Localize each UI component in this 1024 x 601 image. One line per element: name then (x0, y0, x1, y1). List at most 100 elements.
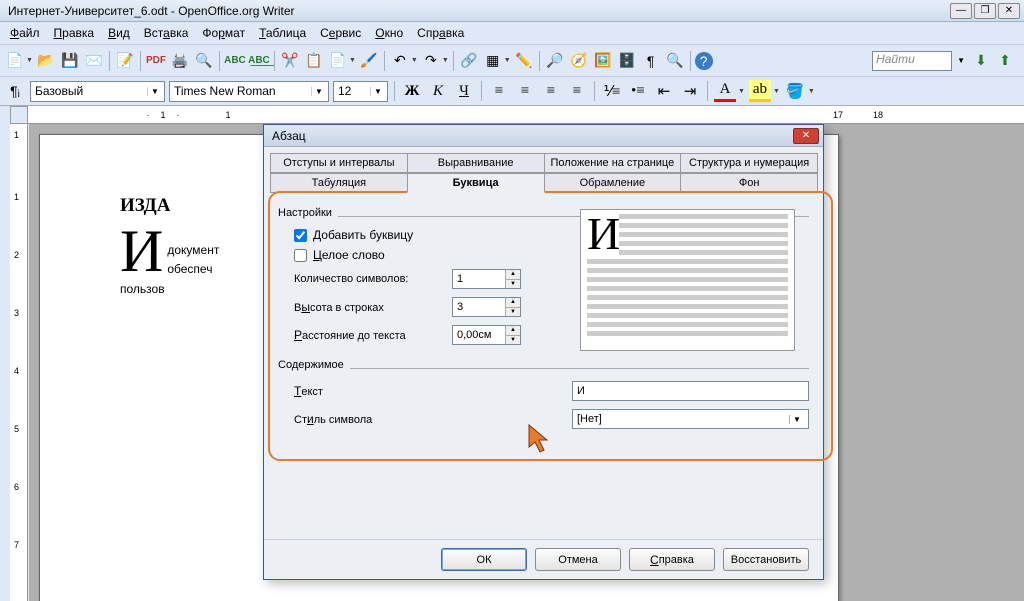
lines-spinner[interactable]: ▲▼ (452, 297, 521, 317)
highlight-button[interactable]: ab (749, 80, 771, 102)
menubar: ФФайлайл Правка Вид Вставка Формат Табли… (0, 22, 1024, 44)
window-restore-button[interactable]: ❐ (974, 3, 996, 19)
spellcheck-icon[interactable]: ABC (224, 50, 246, 72)
whole-word-checkbox[interactable] (294, 249, 307, 262)
horizontal-ruler[interactable]: · 1 · 1 17 18 (28, 106, 1024, 124)
spin-down-icon[interactable]: ▼ (506, 308, 520, 317)
add-dropcap-checkbox[interactable] (294, 229, 307, 242)
distance-label: Расстояние до текста (294, 328, 452, 342)
distance-spinner[interactable]: ▲▼ (452, 325, 521, 345)
numbered-list-button[interactable]: ⅟≡ (601, 80, 623, 102)
align-justify-button[interactable]: ≡ (566, 80, 588, 102)
preview-dropcap-char: И (587, 214, 619, 256)
window-minimize-button[interactable]: — (950, 3, 972, 19)
zoom-icon[interactable]: 🔍 (664, 50, 686, 72)
font-color-button[interactable]: A (714, 80, 736, 102)
align-center-button[interactable]: ≡ (514, 80, 536, 102)
increase-indent-button[interactable]: ⇥ (679, 80, 701, 102)
help-icon[interactable]: ? (695, 52, 713, 70)
find-input[interactable]: Найти (872, 51, 952, 71)
tab-tabstops[interactable]: Табуляция (270, 173, 408, 193)
text-field-label: Текст (294, 384, 452, 398)
find-next-icon[interactable]: ⬇ (970, 50, 992, 72)
print-preview-icon[interactable]: 🔍 (193, 50, 215, 72)
edit-doc-icon[interactable]: 📝 (114, 50, 136, 72)
lines-input[interactable] (453, 298, 505, 316)
decrease-indent-button[interactable]: ⇤ (653, 80, 675, 102)
bgcolor-button[interactable]: 🪣 (784, 80, 806, 102)
email-icon[interactable]: ✉️ (83, 50, 105, 72)
vertical-ruler[interactable]: 1 1 2 3 4 5 6 7 (10, 124, 28, 601)
dialog-close-button[interactable]: ✕ (793, 128, 819, 144)
align-left-button[interactable]: ≡ (488, 80, 510, 102)
undo-icon[interactable]: ↶ (389, 50, 411, 72)
charstyle-label: Стиль символа (294, 412, 452, 426)
bullet-list-button[interactable]: •≡ (627, 80, 649, 102)
format-paint-icon[interactable]: 🖌️ (358, 50, 380, 72)
tab-background[interactable]: Фон (680, 173, 818, 193)
cut-icon[interactable]: ✂️ (279, 50, 301, 72)
tab-textflow[interactable]: Положение на странице (544, 153, 682, 173)
content-group-label: Содержимое (278, 359, 344, 371)
find-icon[interactable]: 🔎 (544, 50, 566, 72)
charstyle-select[interactable]: [Нет]▼ (572, 409, 809, 429)
spin-down-icon[interactable]: ▼ (506, 336, 520, 345)
font-name-combo[interactable]: Times New Roman▼ (169, 81, 329, 102)
underline-button[interactable]: Ч (453, 80, 475, 102)
ok-button[interactable]: ОК (441, 548, 527, 571)
open-icon[interactable]: 📂 (35, 50, 57, 72)
print-icon[interactable]: 🖨️ (169, 50, 191, 72)
menu-tools[interactable]: Сервис (314, 24, 367, 42)
styles-window-icon[interactable]: ¶ᵢ (4, 80, 26, 102)
tab-outline[interactable]: Структура и нумерация (680, 153, 818, 173)
cancel-button[interactable]: Отмена (535, 548, 621, 571)
save-icon[interactable]: 💾 (59, 50, 81, 72)
autospell-icon[interactable]: A͟B͟C͟ (248, 50, 270, 72)
gallery-icon[interactable]: 🖼️ (592, 50, 614, 72)
spin-up-icon[interactable]: ▲ (506, 270, 520, 280)
menu-file[interactable]: ФФайлайл (4, 24, 46, 42)
datasource-icon[interactable]: 🗄️ (616, 50, 638, 72)
bold-button[interactable]: Ж (401, 80, 423, 102)
table-icon[interactable]: ▦ (482, 50, 504, 72)
window-close-button[interactable]: ✕ (998, 3, 1020, 19)
paragraph-dialog: Абзац ✕ Отступы и интервалы Выравнивание… (263, 124, 824, 580)
help-button[interactable]: Справка (629, 548, 715, 571)
menu-insert[interactable]: Вставка (138, 24, 195, 42)
reset-button[interactable]: Восстановить (723, 548, 809, 571)
nonprinting-icon[interactable]: ¶ (640, 50, 662, 72)
spin-up-icon[interactable]: ▲ (506, 326, 520, 336)
copy-icon[interactable]: 📋 (303, 50, 325, 72)
drawing-icon[interactable]: ✏️ (513, 50, 535, 72)
hyperlink-icon[interactable]: 🔗 (458, 50, 480, 72)
align-right-button[interactable]: ≡ (540, 80, 562, 102)
export-pdf-icon[interactable]: PDF (145, 50, 167, 72)
tab-indents[interactable]: Отступы и интервалы (270, 153, 408, 173)
char-count-spinner[interactable]: ▲▼ (452, 269, 521, 289)
paragraph-style-combo[interactable]: Базовый▼ (30, 81, 165, 102)
dialog-titlebar[interactable]: Абзац ✕ (264, 125, 823, 147)
italic-button[interactable]: К (427, 80, 449, 102)
redo-icon[interactable]: ↷ (420, 50, 442, 72)
tab-dropcap[interactable]: Буквица (407, 173, 545, 193)
dropcap-text-input[interactable] (572, 381, 809, 401)
new-doc-icon[interactable]: 📄 (4, 50, 26, 72)
char-count-input[interactable] (453, 270, 505, 288)
paste-icon[interactable]: 📄 (327, 50, 349, 72)
distance-input[interactable] (453, 326, 505, 344)
menu-window[interactable]: Окно (369, 24, 409, 42)
font-size-combo[interactable]: 12▼ (333, 81, 388, 102)
dropcap-preview: И (580, 209, 795, 351)
tab-alignment[interactable]: Выравнивание (407, 153, 545, 173)
navigator-icon[interactable]: 🧭 (568, 50, 590, 72)
find-prev-icon[interactable]: ⬆ (994, 50, 1016, 72)
menu-help[interactable]: Справка (411, 24, 470, 42)
spin-down-icon[interactable]: ▼ (506, 280, 520, 289)
menu-edit[interactable]: Правка (48, 24, 101, 42)
tab-borders[interactable]: Обрамление (544, 173, 682, 193)
menu-table[interactable]: Таблица (253, 24, 312, 42)
menu-view[interactable]: Вид (102, 24, 136, 42)
menu-format[interactable]: Формат (196, 24, 251, 42)
char-count-label: Количество символов: (294, 273, 452, 285)
spin-up-icon[interactable]: ▲ (506, 298, 520, 308)
